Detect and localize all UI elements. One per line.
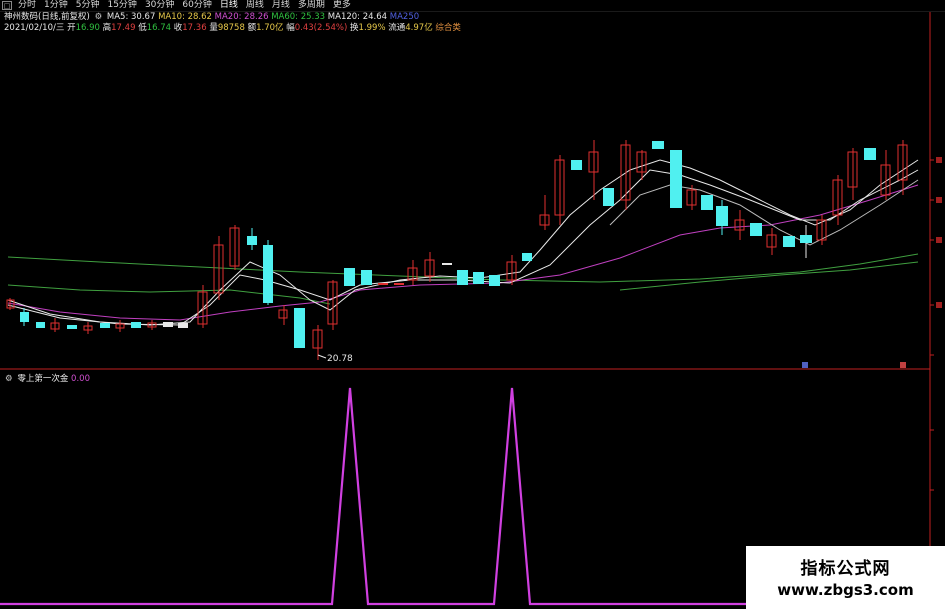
axis-label-1	[936, 157, 942, 163]
candle-down	[701, 195, 713, 210]
candles	[6, 140, 908, 360]
ma-green-short	[619, 261, 919, 291]
candle-down	[247, 236, 257, 245]
ma-white-3	[609, 179, 919, 246]
candle-down	[263, 245, 273, 303]
candle-down	[344, 268, 355, 286]
watermark-url: www.zbgs3.com	[777, 581, 914, 599]
candle-down	[716, 206, 728, 226]
candle-down	[100, 323, 110, 328]
axis-label-2	[936, 197, 942, 203]
candle-down	[670, 150, 682, 208]
candle-down	[20, 312, 29, 322]
candle-down	[489, 275, 500, 286]
indicator-value: 0.00	[71, 374, 90, 384]
candle-down	[652, 141, 664, 149]
candle-down	[67, 325, 77, 329]
candle-down	[457, 270, 468, 285]
candle-down	[864, 148, 876, 160]
candle-down	[750, 223, 762, 236]
candle-down	[603, 188, 614, 206]
candle-flat	[442, 263, 452, 265]
candle-flat	[394, 283, 404, 285]
ma-magenta	[7, 184, 919, 321]
candle-down	[800, 235, 812, 243]
indicator-axis-ticks	[930, 429, 934, 551]
candle-down	[783, 236, 795, 247]
ma-white-2	[7, 169, 919, 326]
chart-canvas: 20.78	[0, 12, 942, 609]
candle-down	[36, 322, 45, 328]
watermark-title: 指标公式网	[800, 559, 891, 579]
marker-blue	[802, 362, 808, 368]
indicator-header: ⚙ 零上第一次金 0.00	[3, 372, 90, 384]
axis-label-4	[936, 302, 942, 308]
indicator-settings-icon[interactable]: ⚙	[5, 374, 13, 384]
candle-flat	[378, 283, 388, 285]
candle-flat	[163, 322, 173, 327]
candle-down	[522, 253, 532, 261]
candle-down	[131, 322, 141, 328]
candle-down	[361, 270, 372, 285]
candle-down	[294, 308, 305, 348]
low-price-annotation: 20.78	[327, 354, 353, 364]
ma-green-left	[7, 284, 331, 305]
axis-label-3	[936, 237, 942, 243]
candle-up	[278, 309, 288, 319]
candle-flat	[178, 323, 188, 328]
ma-white-1	[7, 159, 919, 326]
watermark: 指标公式网 www.zbgs3.com	[746, 546, 945, 609]
candle-down	[571, 160, 582, 170]
candle-down	[473, 272, 484, 284]
indicator-name: 零上第一次金	[17, 374, 69, 384]
price-axis-ticks	[930, 159, 934, 356]
low-marker-line	[317, 354, 327, 359]
marker-red	[900, 362, 906, 368]
